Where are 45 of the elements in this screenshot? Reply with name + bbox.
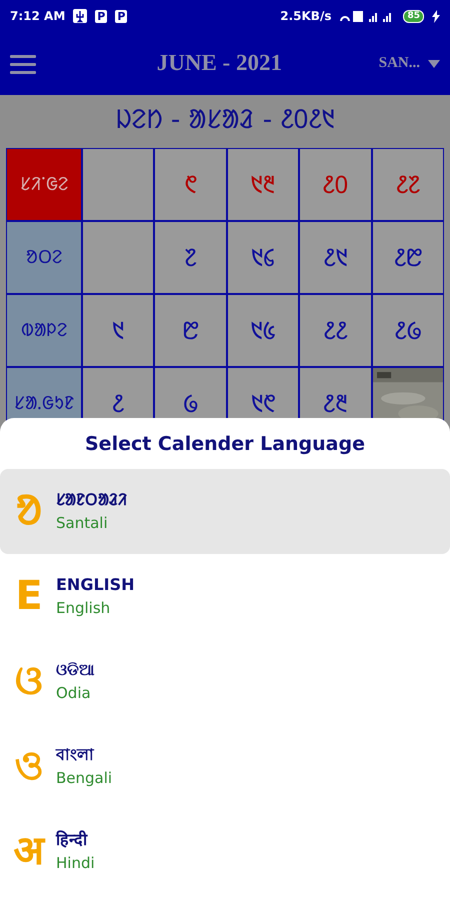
app-title: JUNE - 2021: [156, 49, 282, 78]
language-name: Bengali: [56, 768, 112, 789]
notification-badge: P: [95, 10, 108, 22]
notification-badge: P: [115, 10, 128, 22]
charging-icon: [432, 10, 440, 22]
language-name: English: [56, 598, 112, 619]
empty-cell: [83, 149, 154, 220]
language-name: Hindi: [56, 852, 95, 874]
date-cell[interactable]: ᱖: [155, 149, 226, 220]
date-cell[interactable]: ᱒᱐: [300, 149, 371, 220]
date-cell[interactable]: ᱑: [83, 295, 154, 366]
date-cell[interactable]: ᱑᱔: [228, 222, 298, 293]
language-name: Odia: [56, 682, 92, 704]
date-cell[interactable]: ᱑᱓: [228, 149, 298, 220]
date-cell[interactable]: ᱘: [155, 295, 226, 366]
battery-indicator: 85: [403, 10, 424, 22]
weekday-cell: ᱚᱛᱮ: [7, 222, 81, 293]
native-name: ଓଡିଆ: [56, 658, 94, 681]
script-letter: E: [14, 576, 44, 616]
empty-cell: [83, 222, 154, 293]
native-name: বাংলা: [56, 744, 96, 766]
menu-icon[interactable]: [10, 54, 36, 74]
script-letter: ଓ: [14, 661, 44, 701]
native-name: ENGLISH: [56, 574, 135, 596]
script-letter: अ: [12, 831, 46, 871]
date-cell[interactable]: ᱒᱘: [372, 222, 443, 293]
date-cell[interactable]: ᱒᱙: [372, 295, 443, 366]
native-name: ᱥᱟᱱᱛᱟᱲᱤ: [56, 488, 127, 511]
script-letter: ᱚ: [15, 491, 43, 531]
usb-icon: [73, 9, 88, 23]
date-cell[interactable]: ᱒᱑: [300, 222, 371, 293]
native-name: हिन्दी: [56, 828, 89, 851]
script-letter: ও: [14, 746, 44, 786]
date-cell[interactable]: ᱗: [155, 222, 226, 293]
clock-text: 7:12 AM: [10, 8, 66, 25]
date-cell[interactable]: ᱒᱗: [372, 149, 443, 220]
language-name: Santali: [56, 512, 109, 534]
network-speed-text: 2.5KB/s: [280, 8, 332, 25]
date-cell[interactable]: ᱒᱒: [300, 295, 371, 366]
weekday-cell: ᱥᱤᱸᱜᱮ: [7, 149, 81, 220]
month-header: ᱡᱮᱴ - ᱟᱥᱟᱲ - ᱒᱐᱒᱑: [114, 104, 336, 137]
date-cell[interactable]: ᱑᱕: [228, 295, 298, 366]
caret-icon: [428, 60, 440, 68]
language-dropdown[interactable]: SAN...: [378, 52, 440, 75]
weekday-cell: ᱵᱟᱞᱮ: [7, 295, 81, 366]
